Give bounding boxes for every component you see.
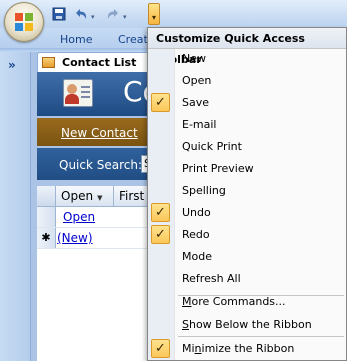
checkmark-icon: ✓ [151, 93, 170, 112]
menu-item-show-below-ribbon[interactable]: Show Below the Ribbon [148, 314, 346, 336]
checkmark-icon: ✓ [151, 203, 170, 222]
title-bar: ▾ ▾ ▾ [0, 0, 347, 28]
office-button[interactable] [4, 2, 44, 42]
more-commands-access-key: M [182, 295, 192, 308]
menu-item-minimize-ribbon[interactable]: ✓ Minimize the Ribbon [148, 338, 346, 360]
new-contact-link[interactable]: New Contact [61, 126, 138, 140]
menu-item-mode[interactable]: Mode [148, 246, 346, 268]
tab-home[interactable]: Home [60, 33, 92, 46]
tab-label: Contact List [62, 56, 137, 69]
menu-item-label: E-mail [182, 118, 217, 131]
menu-item-label: Refresh All [182, 272, 241, 285]
redo-icon[interactable] [104, 5, 122, 23]
menu-item-label: Spelling [182, 184, 226, 197]
column-header-open[interactable]: Open ▼ [61, 189, 102, 203]
tab-contact-list[interactable]: Contact List [37, 52, 155, 72]
expand-nav-icon[interactable]: » [8, 58, 16, 72]
save-icon[interactable] [50, 5, 68, 23]
undo-icon[interactable] [72, 5, 90, 23]
redo-dropdown-icon[interactable]: ▾ [123, 13, 131, 21]
checkmark-icon: ✓ [151, 339, 170, 358]
show-below-access-key: S [182, 318, 189, 331]
column-divider[interactable] [113, 186, 114, 206]
checkmark-icon: ✓ [151, 225, 170, 244]
office-logo-icon [15, 13, 33, 31]
menu-item-quick-print[interactable]: Quick Print [148, 136, 346, 158]
menu-item-label: Undo [182, 206, 211, 219]
menu-item-open[interactable]: Open [148, 70, 346, 92]
menu-item-label: New [182, 52, 206, 65]
menu-item-e-mail[interactable]: E-mail [148, 114, 346, 136]
menu-item-label: Quick Print [182, 140, 242, 153]
menu-item-spelling[interactable]: Spelling [148, 180, 346, 202]
customize-qat-menu: Customize Quick Access Toolbar New Open ✓ S… [147, 27, 347, 361]
menu-item-print-preview[interactable]: Print Preview [148, 158, 346, 180]
menu-item-label: Redo [182, 228, 210, 241]
more-commands-label: ore Commands... [191, 295, 286, 308]
row-selector[interactable] [37, 207, 56, 227]
menu-separator [178, 336, 344, 337]
menu-item-new[interactable]: New [148, 48, 346, 70]
menu-item-label: Mode [182, 250, 212, 263]
open-link[interactable]: Open [63, 210, 95, 224]
form-icon [42, 57, 55, 68]
menu-item-label: Save [182, 96, 210, 109]
navigation-pane: » [0, 52, 31, 361]
select-all-cell[interactable] [37, 186, 56, 206]
new-record-link[interactable]: (New) [57, 231, 93, 245]
search-label: Quick Search: [59, 158, 143, 172]
menu-item-refresh-all[interactable]: Refresh All [148, 268, 346, 290]
contact-card-icon [63, 79, 93, 107]
new-record-icon[interactable]: ✱ [37, 228, 56, 248]
minimize-label-end: imize the Ribbon [201, 342, 295, 355]
sort-arrow-icon: ▼ [97, 194, 103, 202]
menu-item-undo[interactable]: ✓ Undo [148, 202, 346, 224]
menu-item-save[interactable]: ✓ Save [148, 92, 346, 114]
customize-qat-button[interactable]: ▾ [148, 3, 160, 25]
menu-item-more-commands[interactable]: More Commands... [148, 291, 346, 313]
menu-item-label: Print Preview [182, 162, 254, 175]
chevron-down-icon: ▾ [151, 13, 156, 22]
show-below-label: how Below the Ribbon [188, 318, 312, 331]
minimize-access-key: n [194, 342, 202, 355]
menu-item-label: Open [182, 74, 212, 87]
menu-header: Customize Quick Access Toolbar [148, 28, 346, 66]
undo-dropdown-icon[interactable]: ▾ [91, 13, 99, 21]
menu-item-redo[interactable]: ✓ Redo [148, 224, 346, 246]
minimize-label-start: Mi [182, 342, 195, 355]
